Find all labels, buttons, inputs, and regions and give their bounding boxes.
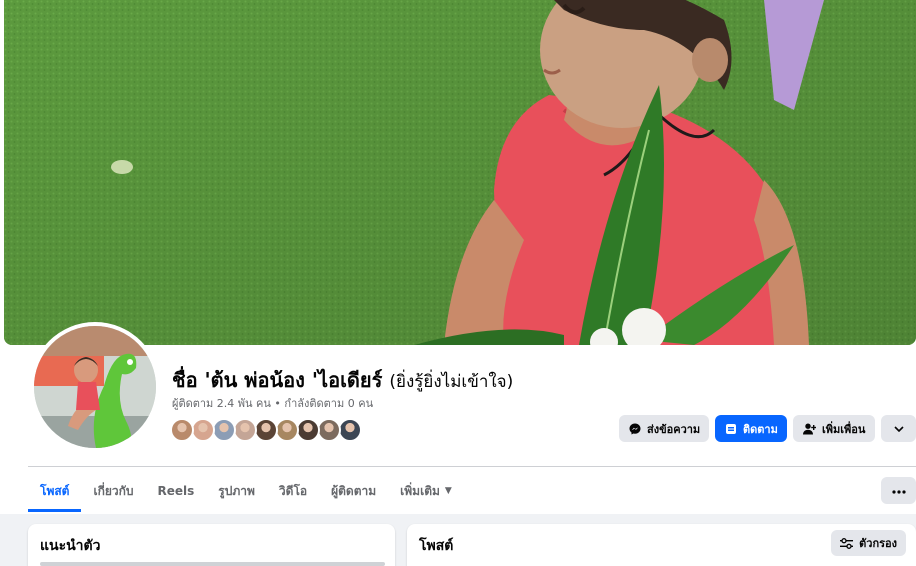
message-button-label: ส่งข้อความ [647,422,701,436]
intro-card: แนะนำตัว [28,524,395,566]
filter-button[interactable]: ตัวกรอง [831,530,906,556]
caret-down-icon: ▼ [444,486,452,496]
follower-avatar[interactable] [338,418,362,442]
profile-more-button[interactable] [881,415,916,442]
follower-avatar[interactable] [191,418,215,442]
profile-tabs: โพสต์ เกี่ยวกับ Reels รูปภาพ วิดีโอ ผู้ต… [28,470,464,512]
profile-actions: ส่งข้อความ ติดตาม เพิ่มเพื่อน [619,415,875,442]
tab-photos[interactable]: รูปภาพ [206,470,267,512]
tab-more[interactable]: เพิ่มเติม ▼ [388,470,464,512]
posts-card: โพสต์ ตัวกรอง [407,524,916,566]
follower-avatar[interactable] [170,418,194,442]
ellipsis-icon [891,484,906,497]
tab-posts[interactable]: โพสต์ [28,470,82,512]
profile-page: ชื่อ 'ต้น พ่อน้อง 'ไอเดียร์ (ยิ่งรู้ยิ่ง… [0,0,916,566]
profile-name: ชื่อ 'ต้น พ่อน้อง 'ไอเดียร์ (ยิ่งรู้ยิ่ง… [172,364,513,396]
follower-avatar[interactable] [296,418,320,442]
follower-avatar[interactable] [317,418,341,442]
follower-stats[interactable]: ผู้ติดตาม 2.4 พัน คน • กำลังติดตาม 0 คน [172,394,373,412]
tab-followers[interactable]: ผู้ติดตาม [319,470,388,512]
intro-content-preview [40,562,385,566]
tab-reels[interactable]: Reels [146,470,207,512]
follower-avatar[interactable] [212,418,236,442]
cover-photo-image [4,0,916,345]
follow-button-label: ติดตาม [743,422,778,436]
tab-videos[interactable]: วิดีโอ [267,470,319,512]
message-button[interactable]: ส่งข้อความ [619,415,709,442]
tabs-options-button[interactable] [881,477,916,504]
profile-name-text: ชื่อ 'ต้น พ่อน้อง 'ไอเดียร์ [172,368,383,392]
follower-avatars[interactable] [170,418,362,442]
profile-avatar[interactable] [30,322,160,452]
add-friend-button[interactable]: เพิ่มเพื่อน [793,415,875,442]
chevron-down-icon [893,422,904,435]
follower-avatar[interactable] [254,418,278,442]
follower-avatar[interactable] [233,418,257,442]
follow-icon [725,423,737,435]
profile-avatar-image [34,326,156,448]
tab-about[interactable]: เกี่ยวกับ [81,470,145,512]
messenger-icon [629,423,641,435]
cover-photo[interactable] [4,0,916,345]
add-friend-icon [803,423,816,435]
add-friend-button-label: เพิ่มเพื่อน [822,422,866,436]
follow-button[interactable]: ติดตาม [715,415,787,442]
intro-title: แนะนำตัว [40,538,101,554]
posts-title: โพสต์ [419,538,454,554]
profile-alternate-name: (ยิ่งรู้ยิ่งไม่เข้าใจ) [389,372,514,392]
filter-button-label: ตัวกรอง [859,537,897,550]
follower-avatar[interactable] [275,418,299,442]
tabs-divider [28,466,916,467]
filter-icon [840,537,854,549]
